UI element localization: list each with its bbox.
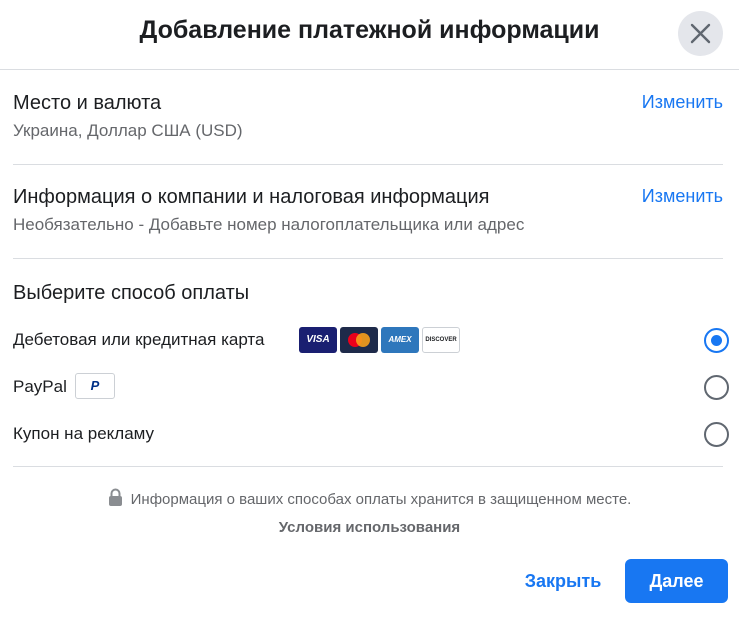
dialog-title: Добавление платежной информации <box>139 16 600 44</box>
payment-option-radio[interactable] <box>704 328 729 353</box>
divider <box>13 258 723 259</box>
payment-option-label: PayPal <box>13 377 67 396</box>
business-change-link[interactable]: Изменить <box>642 186 723 207</box>
amex-icon: AMEX <box>381 327 419 353</box>
paypal-icon: P <box>75 373 115 399</box>
location-currency-section: Место и валюта Украина, Доллар США (USD)… <box>13 92 723 141</box>
payment-method-title: Выберите способ оплаты <box>13 282 250 304</box>
location-currency-value: Украина, Доллар США (USD) <box>13 121 243 140</box>
close-dialog-button[interactable] <box>678 11 723 56</box>
business-tax-title: Информация о компании и налоговая информ… <box>13 186 490 208</box>
lock-icon <box>108 488 122 506</box>
payment-option-radio[interactable] <box>704 375 729 400</box>
mastercard-icon <box>340 327 378 353</box>
visa-icon: VISA <box>299 327 337 353</box>
payment-option-card[interactable]: Дебетовая или кредитная карта VISA AMEX … <box>13 325 729 357</box>
next-button[interactable]: Далее <box>625 559 728 603</box>
location-change-link[interactable]: Изменить <box>642 92 723 113</box>
payment-option-radio[interactable] <box>704 422 729 447</box>
secure-info: Информация о ваших способах оплаты храни… <box>0 488 739 508</box>
close-icon <box>690 23 711 44</box>
close-button[interactable]: Закрыть <box>512 559 614 603</box>
divider <box>13 466 723 467</box>
terms-link[interactable]: Условия использования <box>0 519 739 536</box>
payment-option-paypal[interactable]: PayPal P <box>13 372 729 404</box>
payment-option-coupon[interactable]: Купон на рекламу <box>13 419 729 451</box>
dialog-header: Добавление платежной информации <box>0 0 739 70</box>
business-tax-value: Необязательно - Добавьте номер налогопла… <box>13 215 525 234</box>
secure-info-text: Информация о ваших способах оплаты храни… <box>130 491 632 508</box>
location-currency-title: Место и валюта <box>13 92 162 114</box>
divider <box>13 164 723 165</box>
discover-icon: DISCOVER <box>422 327 460 353</box>
payment-option-label: Купон на рекламу <box>13 424 155 443</box>
business-tax-section: Информация о компании и налоговая информ… <box>13 186 723 235</box>
payment-option-label: Дебетовая или кредитная карта <box>13 330 265 349</box>
